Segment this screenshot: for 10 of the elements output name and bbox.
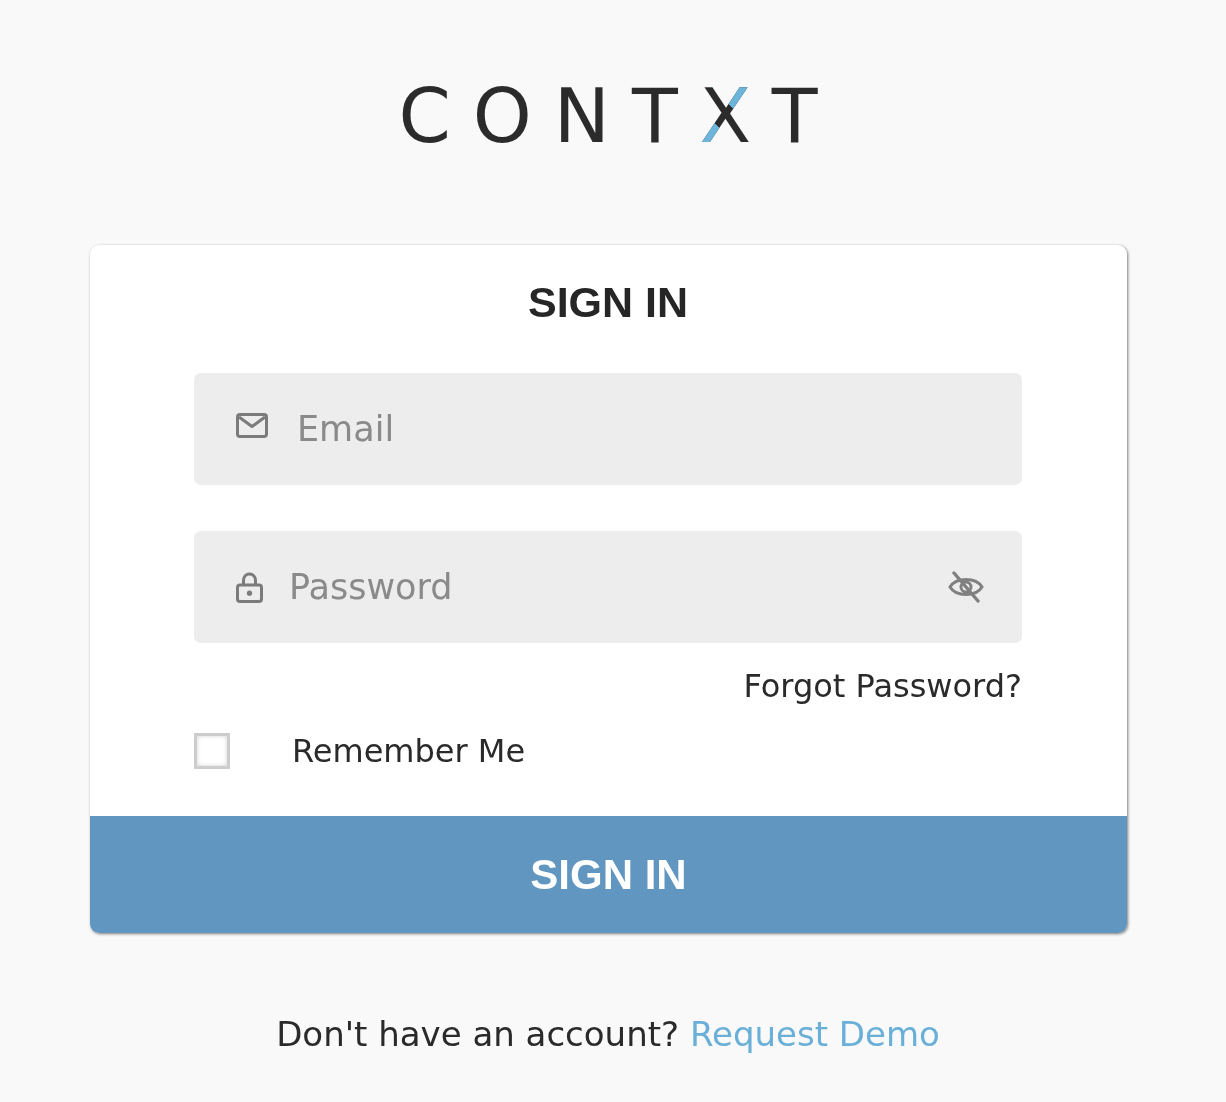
sign-in-title: SIGN IN xyxy=(527,277,689,327)
eye-off-icon[interactable] xyxy=(948,571,984,603)
mail-icon xyxy=(236,413,268,438)
password-field[interactable]: Password xyxy=(194,531,1022,643)
remember-me-label[interactable]: Remember Me xyxy=(292,731,526,771)
lock-icon xyxy=(236,571,263,603)
forgot-password-link[interactable]: Forgot Password? xyxy=(743,666,1022,706)
signup-prompt: Don't have an account? Request Demo xyxy=(276,1014,940,1054)
remember-me-checkbox[interactable] xyxy=(194,733,230,769)
email-field[interactable]: Email xyxy=(194,373,1022,485)
